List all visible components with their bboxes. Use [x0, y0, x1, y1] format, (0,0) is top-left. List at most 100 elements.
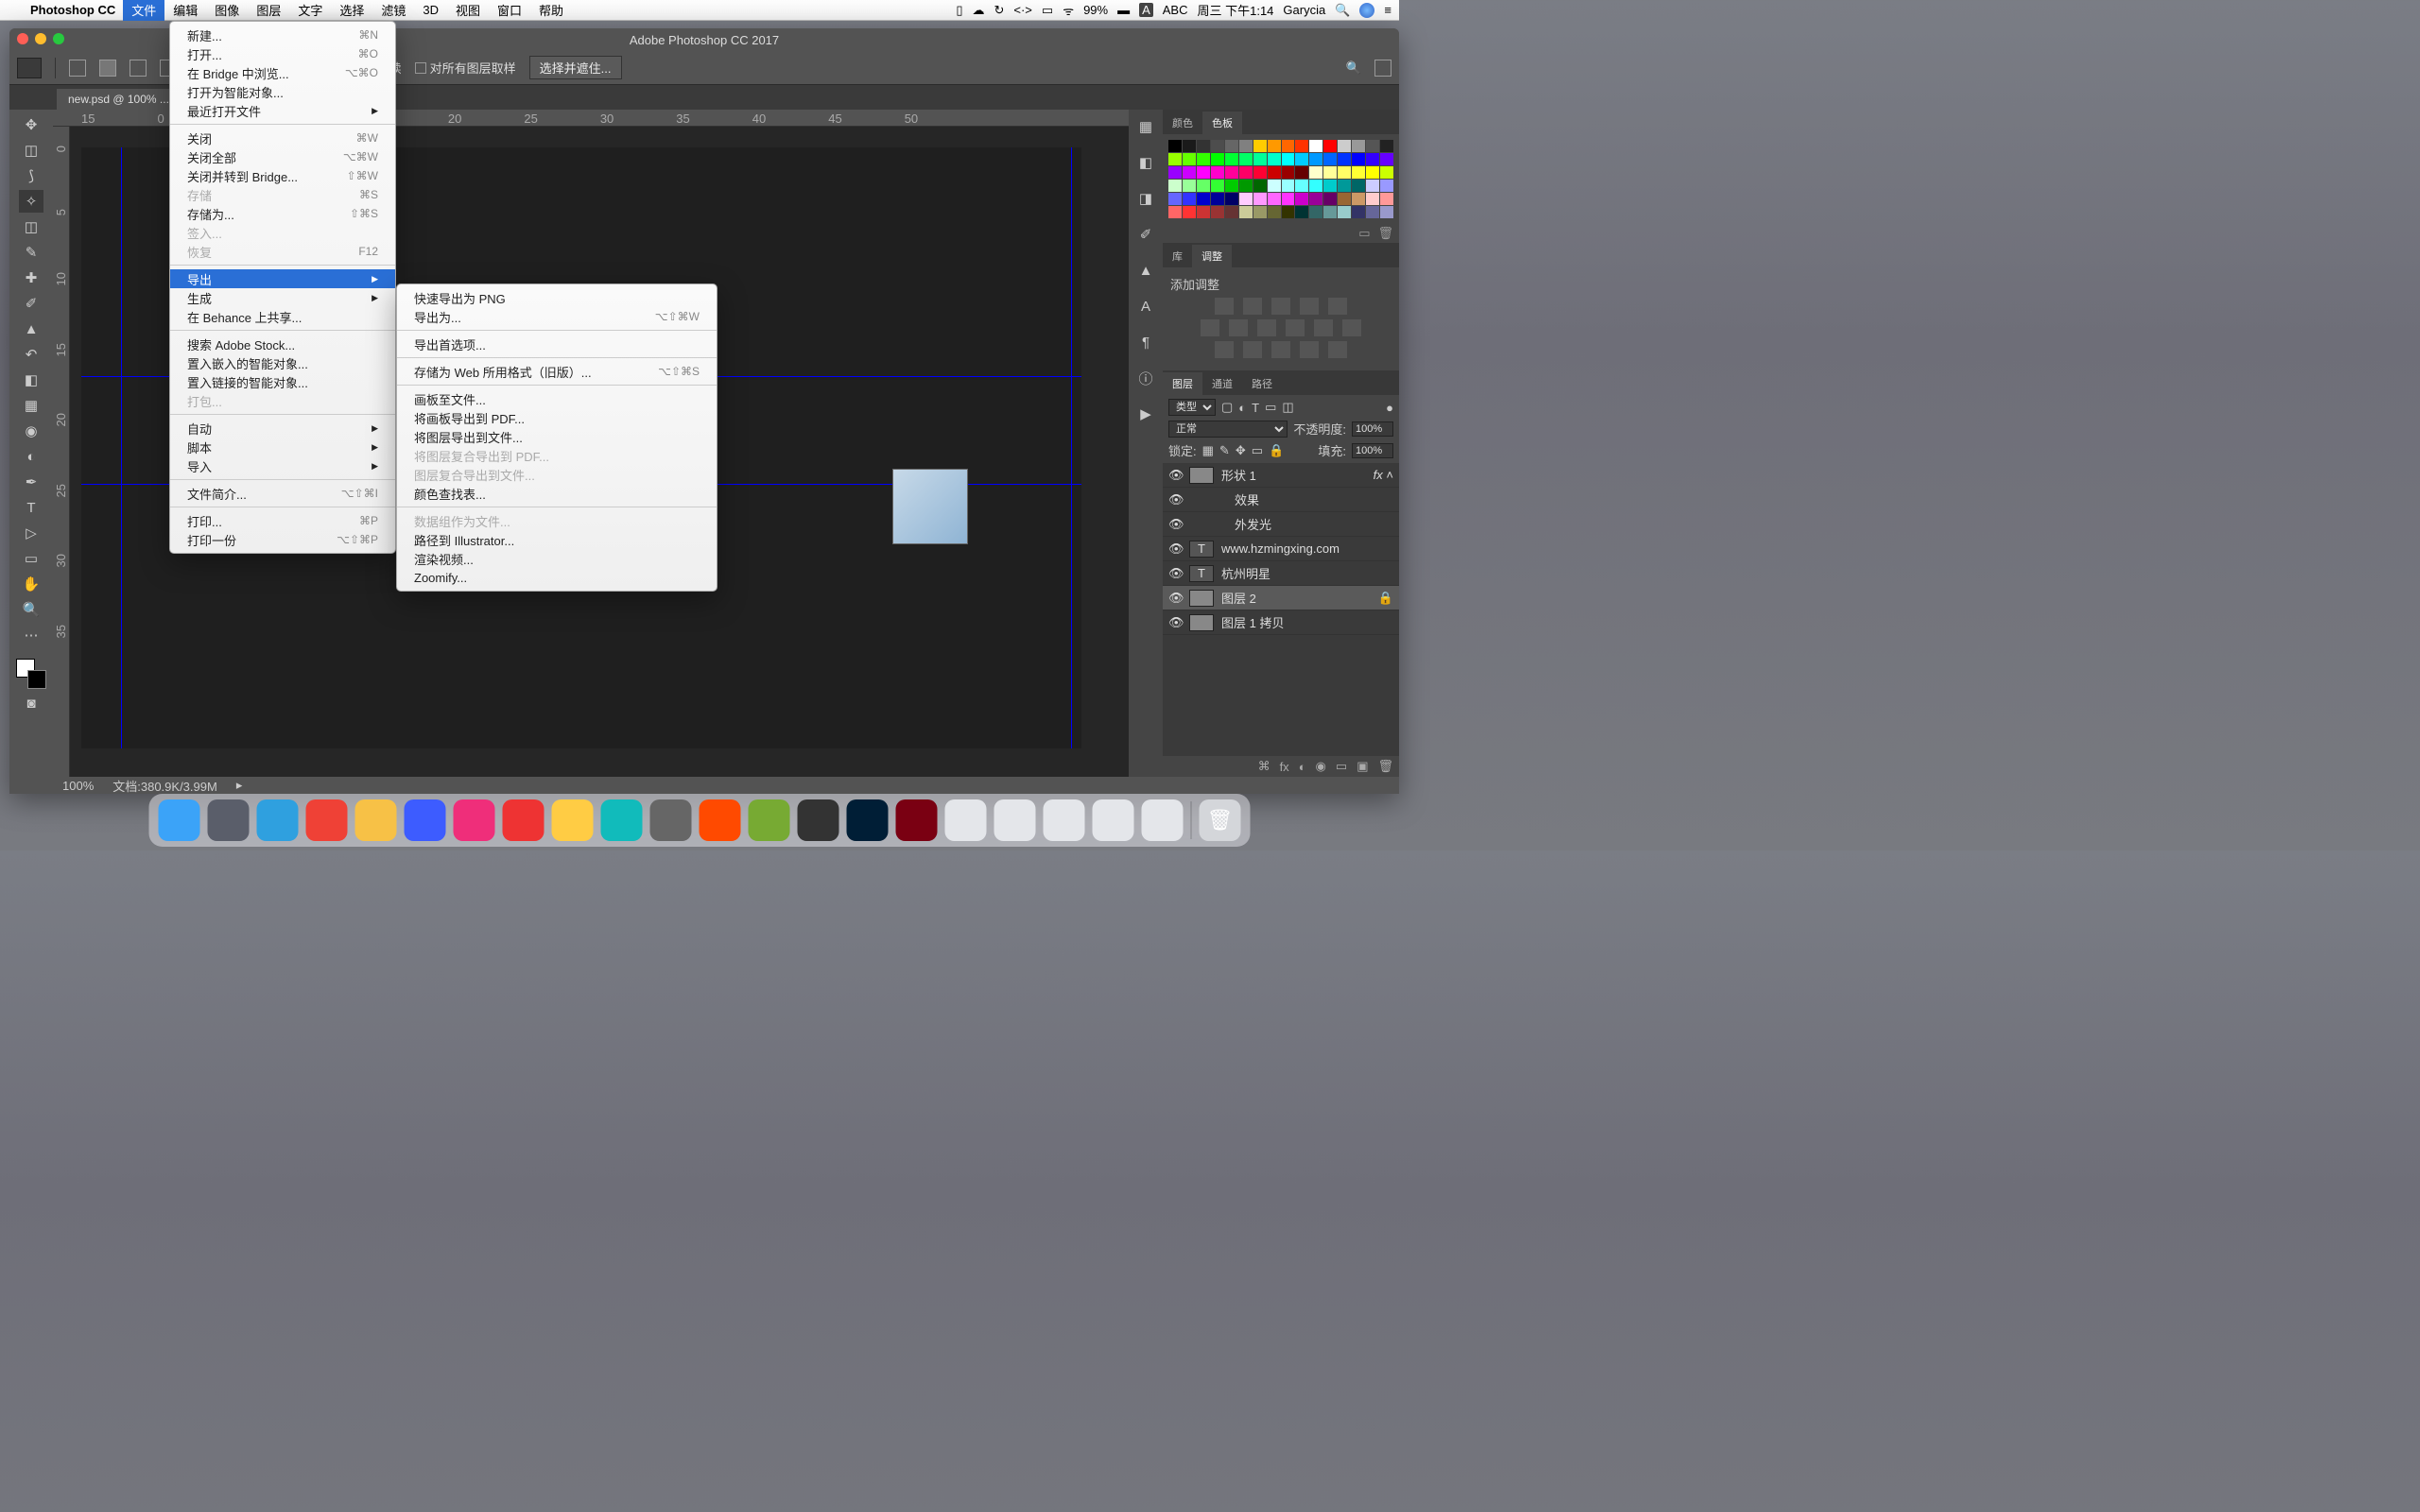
swatch[interactable] [1253, 166, 1267, 179]
menu-item[interactable]: Zoomify... [397, 568, 717, 587]
swatch[interactable] [1323, 180, 1337, 192]
layer-thumb[interactable] [1189, 467, 1214, 484]
dock-quicktime-icon[interactable] [405, 799, 446, 841]
color-swatches[interactable] [16, 659, 46, 689]
menu-文件[interactable]: 文件 [123, 0, 164, 21]
adj-threshold-icon[interactable] [1271, 341, 1290, 358]
dock-window-preview[interactable] [945, 799, 987, 841]
swatch[interactable] [1268, 193, 1281, 205]
menu-item[interactable]: 渲染视频... [397, 549, 717, 568]
layer-effect-row[interactable]: 👁效果 [1163, 488, 1399, 512]
marquee-tool-icon[interactable]: ◫ [19, 139, 43, 162]
visibility-icon[interactable]: 👁 [1168, 468, 1182, 483]
quickmask-icon[interactable]: ◙ [19, 692, 43, 714]
swatch[interactable] [1211, 140, 1224, 152]
menu-图层[interactable]: 图层 [248, 0, 289, 21]
new-group-icon[interactable]: ▭ [1336, 759, 1347, 774]
dodge-tool-icon[interactable]: ◐ [19, 445, 43, 468]
swatch[interactable] [1295, 166, 1308, 179]
all-layers-checkbox[interactable]: 对所有图层取样 [415, 59, 516, 77]
adj-balance-icon[interactable] [1229, 319, 1248, 336]
swatch[interactable] [1211, 180, 1224, 192]
swatch[interactable] [1309, 140, 1322, 152]
adj-curves-icon[interactable] [1271, 298, 1290, 315]
delete-swatch-icon[interactable]: 🗑 [1377, 226, 1393, 241]
tab-libraries[interactable]: 库 [1163, 245, 1192, 267]
tab-color[interactable]: 颜色 [1163, 112, 1202, 134]
dock-window-preview[interactable] [994, 799, 1036, 841]
fx-badge[interactable]: fx ˄ [1374, 468, 1393, 482]
menu-item[interactable]: 文件简介...⌥⇧⌘I [170, 484, 395, 503]
crop-tool-icon[interactable]: ◫ [19, 215, 43, 238]
swatch[interactable] [1239, 153, 1253, 165]
swatch[interactable] [1225, 166, 1238, 179]
guide-line[interactable] [1071, 147, 1072, 748]
filter-image-icon[interactable]: ▢ [1221, 400, 1233, 415]
shape-tool-icon[interactable]: ▭ [19, 547, 43, 570]
adj-brightness-icon[interactable] [1215, 298, 1234, 315]
swatch[interactable] [1211, 193, 1224, 205]
swatch[interactable] [1309, 153, 1322, 165]
layer-fx-icon[interactable]: fx [1280, 760, 1289, 774]
menu-item[interactable]: 导入 [170, 456, 395, 475]
swatch[interactable] [1225, 153, 1238, 165]
adj-exposure-icon[interactable] [1300, 298, 1319, 315]
username[interactable]: Garycia [1283, 3, 1325, 17]
adj-invert-icon[interactable] [1215, 341, 1234, 358]
adj-hue-icon[interactable] [1201, 319, 1219, 336]
dock-crossover-icon[interactable] [749, 799, 790, 841]
dock-photos2-icon[interactable] [454, 799, 495, 841]
adj-photo-filter-icon[interactable] [1286, 319, 1305, 336]
healing-tool-icon[interactable]: ✚ [19, 266, 43, 289]
dock-calendar-icon[interactable] [257, 799, 299, 841]
menu-item[interactable]: 将画板导出到 PDF... [397, 408, 717, 427]
swatch[interactable] [1309, 166, 1322, 179]
maximize-icon[interactable] [53, 33, 64, 44]
tab-paths[interactable]: 路径 [1242, 372, 1282, 395]
new-swatch-icon[interactable]: ▭ [1358, 226, 1370, 241]
swatch[interactable] [1309, 193, 1322, 205]
gradient-tool-icon[interactable]: ▦ [19, 394, 43, 417]
eyedropper-tool-icon[interactable]: ✎ [19, 241, 43, 264]
blur-tool-icon[interactable]: ◉ [19, 420, 43, 442]
layer-row[interactable]: 👁T杭州明星 [1163, 561, 1399, 586]
lock-move-icon[interactable]: ✥ [1236, 443, 1246, 458]
dock-window-preview[interactable] [1142, 799, 1184, 841]
menu-item[interactable]: 存储为 Web 所用格式（旧版）...⌥⇧⌘S [397, 362, 717, 381]
fill-input[interactable] [1352, 443, 1393, 458]
layer-effect-row[interactable]: 👁外发光 [1163, 512, 1399, 537]
filter-smart-icon[interactable]: ◫ [1282, 400, 1293, 415]
swatch[interactable] [1197, 180, 1210, 192]
menu-文字[interactable]: 文字 [289, 0, 331, 21]
selection-mode-add-icon[interactable] [99, 60, 116, 77]
menu-item[interactable]: 导出为...⌥⇧⌘W [397, 307, 717, 326]
layer-filter-select[interactable]: 类型 [1168, 399, 1216, 416]
swatch[interactable] [1268, 180, 1281, 192]
swatch[interactable] [1366, 140, 1379, 152]
menu-item[interactable]: 颜色查找表... [397, 484, 717, 503]
menu-滤镜[interactable]: 滤镜 [372, 0, 414, 21]
visibility-icon[interactable]: 👁 [1168, 517, 1182, 532]
menu-item[interactable]: 快速导出为 PNG [397, 288, 717, 307]
swatch[interactable] [1323, 193, 1337, 205]
swatch[interactable] [1380, 180, 1393, 192]
delete-layer-icon[interactable]: 🗑 [1377, 759, 1393, 774]
notification-center-icon[interactable]: ≡ [1384, 3, 1392, 17]
swatch[interactable] [1366, 193, 1379, 205]
filter-toggle-icon[interactable]: ● [1386, 401, 1393, 415]
layer-row[interactable]: 👁形状 1fx ˄ [1163, 463, 1399, 488]
swatch[interactable] [1239, 180, 1253, 192]
brush-tool-icon[interactable]: ✐ [19, 292, 43, 315]
pen-tool-icon[interactable]: ✒ [19, 471, 43, 493]
swatch[interactable] [1197, 193, 1210, 205]
character-panel-icon[interactable]: A [1136, 297, 1155, 316]
magic-wand-tool-icon[interactable]: ✧ [19, 190, 43, 213]
new-adjustment-icon[interactable]: ◉ [1316, 759, 1326, 774]
lock-brush-icon[interactable]: ✎ [1219, 443, 1230, 458]
clone-panel-icon[interactable]: ▲ [1136, 261, 1155, 280]
document-tab[interactable]: new.psd @ 100% ... [57, 89, 181, 110]
swatch[interactable] [1268, 166, 1281, 179]
swatch[interactable] [1380, 140, 1393, 152]
swatch[interactable] [1168, 166, 1182, 179]
select-and-mask-button[interactable]: 选择并遮住... [529, 56, 622, 79]
